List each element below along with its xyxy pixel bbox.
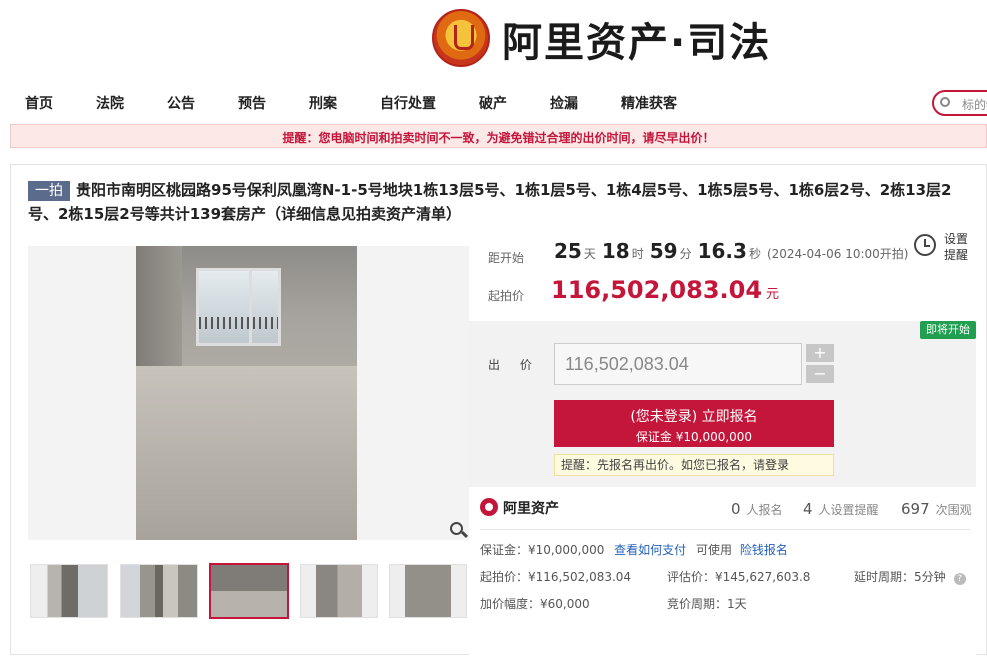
court-emblem-icon bbox=[432, 9, 490, 67]
nav-item-announcement[interactable]: 公告 bbox=[167, 93, 195, 113]
status-badge: 即将开始 bbox=[920, 321, 976, 339]
bid-label: 出 价 bbox=[488, 358, 540, 372]
item-title-text: 贵阳市南明区桃园路95号保利凤凰湾N-1-5号地块1栋13层5号、1栋1层5号、… bbox=[28, 181, 952, 223]
nav-item-preview[interactable]: 预告 bbox=[238, 93, 266, 113]
register-button[interactable]: (您未登录) 立即报名 保证金 ¥10,000,000 bbox=[554, 400, 834, 447]
start-price-detail: 起拍价：¥116,502,083.04 bbox=[480, 570, 632, 584]
deposit-value: 保证金：¥10,000,000 bbox=[480, 543, 605, 557]
start-price-label: 起拍价 bbox=[488, 289, 525, 303]
countdown: 25 天 18 时 59 分 16.3 秒 (2024-04-06 10:00开拍) bbox=[554, 239, 908, 263]
view-count-label: 次围观 bbox=[935, 503, 972, 517]
increment-detail: 加价幅度：¥60,000 bbox=[480, 597, 590, 611]
ali-assets-logo-icon bbox=[480, 498, 498, 516]
zoom-icon[interactable] bbox=[450, 522, 469, 540]
bidding-period: 竞价周期：1天 bbox=[667, 597, 747, 611]
help-icon[interactable]: ? bbox=[953, 573, 966, 585]
photo-thumbnail[interactable] bbox=[120, 564, 198, 618]
deposit-row: 保证金：¥10,000,000 查看如何支付 可使用 险钱报名 bbox=[480, 541, 788, 558]
start-price-unit: 元 bbox=[766, 287, 780, 302]
minutes-unit: 分 bbox=[679, 247, 692, 261]
increase-bid-button[interactable]: + bbox=[806, 344, 834, 362]
search-icon bbox=[940, 97, 950, 107]
set-reminder-label: 设置提醒 bbox=[944, 232, 969, 262]
auction-start-time: (2024-04-06 10:00开拍) bbox=[766, 247, 909, 261]
bid-amount-input[interactable]: 116,502,083.04 bbox=[554, 343, 802, 385]
remind-count-value: 4 bbox=[803, 500, 813, 518]
photo-thumbnail[interactable] bbox=[389, 564, 467, 618]
remind-count: 4 人设置提醒 bbox=[803, 500, 879, 518]
remind-count-label: 人设置提醒 bbox=[818, 503, 879, 517]
divider bbox=[480, 529, 970, 530]
delay-period: 延时周期：5分钟? bbox=[854, 568, 966, 585]
set-reminder-button[interactable]: 设置提醒 bbox=[914, 230, 976, 266]
signup-count: 0 人报名 bbox=[731, 500, 783, 518]
countdown-hours: 18 bbox=[601, 239, 630, 263]
time-warning-text: 提醒：您电脑时间和拍卖时间不一致，为避免错过合理的出价时间，请尽早出价！ bbox=[282, 131, 715, 145]
countdown-days: 25 bbox=[554, 239, 582, 263]
photo-thumbnail[interactable] bbox=[300, 564, 378, 618]
start-price-value: 116,502,083.04 bbox=[551, 276, 763, 304]
register-deposit-label: 保证金 ¥10,000,000 bbox=[635, 430, 753, 444]
time-warning-banner: 提醒：您电脑时间和拍卖时间不一致，为避免错过合理的出价时间，请尽早出价！ bbox=[10, 124, 987, 148]
start-price: 116,502,083.04 元 bbox=[551, 276, 779, 304]
nav-item-precision-customers[interactable]: 精准获客 bbox=[621, 93, 677, 113]
usable-label: 可使用 bbox=[696, 543, 733, 557]
site-header: 阿里资产·司法 bbox=[0, 0, 987, 80]
nav-item-criminal[interactable]: 刑案 bbox=[309, 93, 337, 113]
insurance-signup-link[interactable]: 险钱报名 bbox=[740, 543, 788, 557]
search-input[interactable]: 标的物 bbox=[932, 90, 987, 116]
nav-item-bargain[interactable]: 捡漏 bbox=[550, 93, 578, 113]
auction-round-tag: 一拍 bbox=[28, 181, 70, 201]
ali-assets-brand: 阿里资产 bbox=[503, 501, 559, 517]
signup-count-value: 0 bbox=[731, 500, 741, 518]
hours-unit: 时 bbox=[631, 247, 644, 261]
photo-thumbnail[interactable] bbox=[30, 564, 108, 618]
bid-tip-text: 提醒：先报名再出价。如您已报名，请 bbox=[561, 458, 766, 472]
countdown-label: 距开始 bbox=[488, 251, 525, 265]
seconds-unit: 秒 bbox=[748, 247, 761, 261]
item-title: 一拍 贵阳市南明区桃园路95号保利凤凰湾N-1-5号地块1栋13层5号、1栋1层5… bbox=[28, 178, 968, 226]
bid-tip: 提醒：先报名再出价。如您已报名，请登录 bbox=[554, 454, 834, 476]
main-photo[interactable] bbox=[136, 246, 357, 540]
countdown-minutes: 59 bbox=[649, 239, 678, 263]
delay-period-value: 延时周期：5分钟 bbox=[854, 570, 946, 584]
how-to-pay-link[interactable]: 查看如何支付 bbox=[614, 543, 686, 557]
alarm-clock-icon bbox=[914, 234, 936, 256]
brand-logo[interactable]: 阿里资产·司法 bbox=[502, 10, 771, 68]
view-count: 697 次围观 bbox=[901, 500, 972, 518]
search-placeholder: 标的物 bbox=[962, 98, 987, 112]
nav-item-bankruptcy[interactable]: 破产 bbox=[479, 93, 507, 113]
nav-item-home[interactable]: 首页 bbox=[25, 93, 53, 113]
login-link[interactable]: 登录 bbox=[765, 458, 789, 472]
main-nav: 首页 法院 公告 预告 刑案 自行处置 破产 捡漏 精准获客 bbox=[0, 82, 987, 120]
days-unit: 天 bbox=[583, 247, 596, 261]
nav-item-court[interactable]: 法院 bbox=[96, 93, 124, 113]
decrease-bid-button[interactable]: − bbox=[806, 365, 834, 383]
photo-thumbnail-selected[interactable] bbox=[209, 563, 289, 619]
nav-item-self-disposal[interactable]: 自行处置 bbox=[380, 93, 436, 113]
register-button-label: (您未登录) 立即报名 bbox=[630, 409, 758, 425]
signup-count-label: 人报名 bbox=[746, 503, 783, 517]
countdown-seconds: 16.3 bbox=[697, 239, 747, 263]
valuation-detail: 评估价：¥145,627,603.8 bbox=[667, 570, 811, 584]
view-count-value: 697 bbox=[901, 500, 930, 518]
